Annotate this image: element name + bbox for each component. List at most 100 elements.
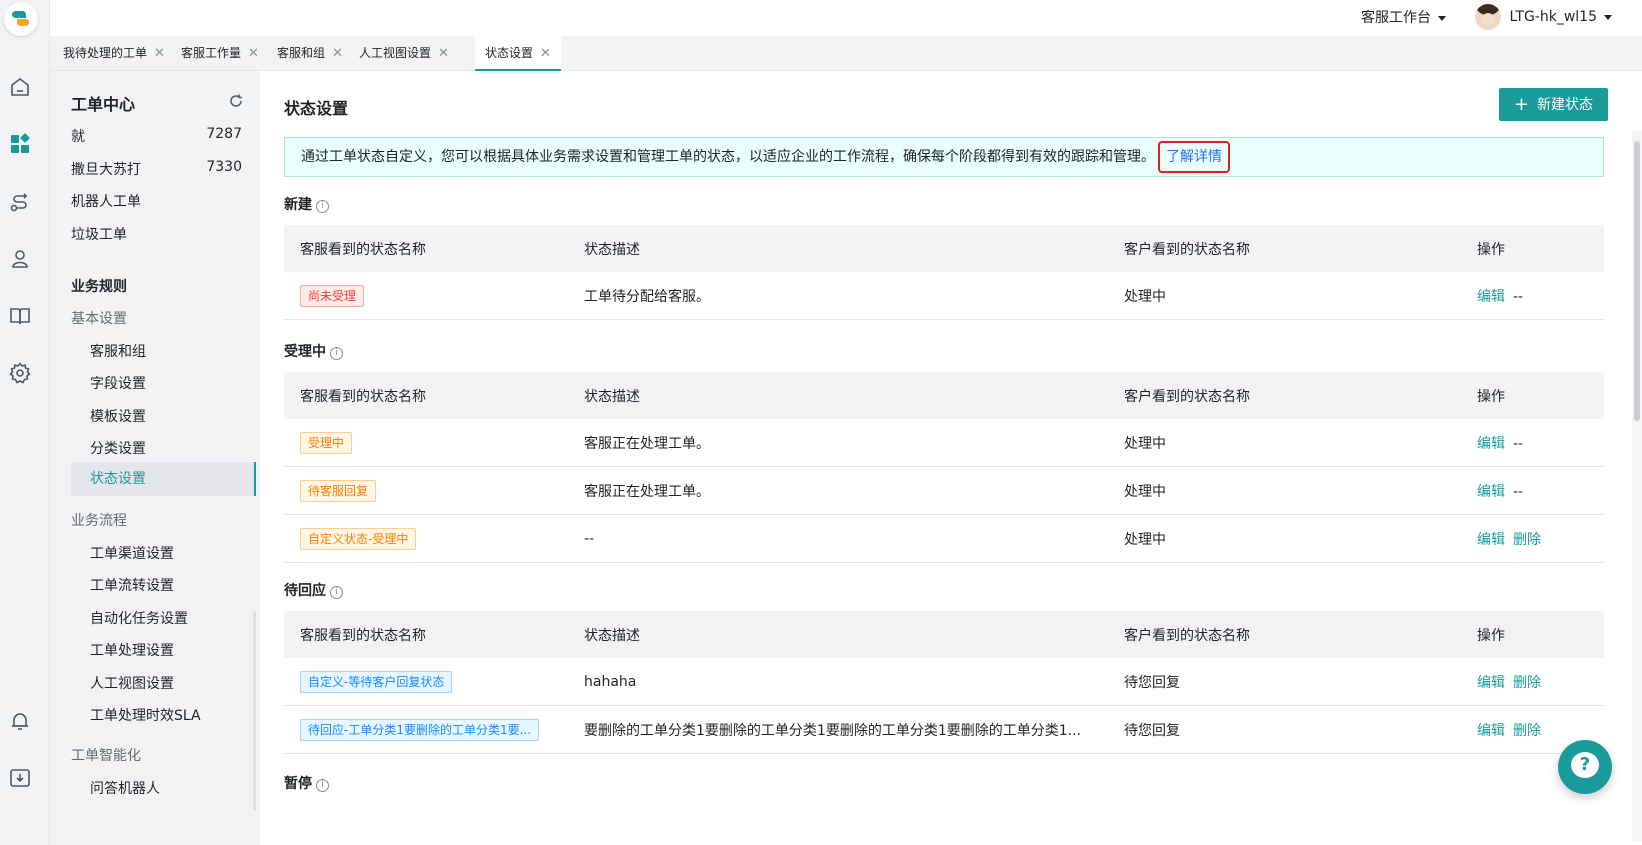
sidebar-group-basic: 基本设置 xyxy=(71,311,127,327)
tab-label: 状态设置 xyxy=(485,46,534,60)
info-icon[interactable]: i xyxy=(316,779,329,792)
col-actions: 操作 xyxy=(1477,241,1505,258)
edit-button[interactable]: 编辑 xyxy=(1477,723,1505,739)
table-row: 自定义-等待客户回复状态 hahaha 待您回复 编辑 删除 xyxy=(284,658,1604,706)
col-description: 状态描述 xyxy=(584,627,640,644)
agent-icon[interactable] xyxy=(8,247,32,271)
sidebar-item-agents-groups[interactable]: 客服和组 xyxy=(90,341,146,361)
sidebar-item-automation[interactable]: 自动化任务设置 xyxy=(90,608,188,628)
section-title-processing: 受理中 i xyxy=(284,341,343,361)
close-icon[interactable]: ✕ xyxy=(154,46,165,61)
sidebar: 工单中心 就 7287 撒旦大苏打 7330 机器人工单 垃圾工单 业务规则 基… xyxy=(50,71,260,845)
new-status-button[interactable]: + 新建状态 xyxy=(1498,88,1608,121)
gear-icon[interactable] xyxy=(8,361,32,385)
delete-button[interactable]: 删除 xyxy=(1513,723,1541,739)
tab-status-settings[interactable]: 状态设置 ✕ xyxy=(475,36,561,71)
sidebar-scrollbar[interactable] xyxy=(253,611,256,811)
table-header: 客服看到的状态名称 状态描述 客户看到的状态名称 操作 xyxy=(284,225,1604,272)
info-icon[interactable]: i xyxy=(316,200,329,213)
learn-more-link[interactable]: 了解详情 xyxy=(1158,141,1230,173)
table-header: 客服看到的状态名称 状态描述 客户看到的状态名称 操作 xyxy=(284,611,1604,658)
edit-button[interactable]: 编辑 xyxy=(1477,675,1505,691)
edit-button[interactable]: 编辑 xyxy=(1477,289,1505,305)
table-row: 尚未受理 工单待分配给客服。 处理中 编辑 -- xyxy=(284,272,1604,320)
user-menu[interactable]: LTG-hk_wl15 xyxy=(1474,4,1612,30)
table-header: 客服看到的状态名称 状态描述 客户看到的状态名称 操作 xyxy=(284,372,1604,419)
section-title-new: 新建 i xyxy=(284,194,329,214)
sidebar-item-status[interactable]: 状态设置 xyxy=(71,462,256,496)
status-tag: 自定义-等待客户回复状态 xyxy=(300,670,453,693)
col-customer-status-name: 客户看到的状态名称 xyxy=(1124,388,1250,405)
sidebar-item-count: 7287 xyxy=(206,126,242,142)
table-row: 待回应-工单分类1要删除的工单分类1要... 要删除的工单分类1要删除的工单分类… xyxy=(284,706,1604,754)
delete-button[interactable]: 删除 xyxy=(1513,532,1541,548)
new-status-label: 新建状态 xyxy=(1537,97,1593,113)
info-icon[interactable]: i xyxy=(330,586,343,599)
workspace-label: 客服工作台 xyxy=(1361,10,1431,26)
refresh-icon[interactable] xyxy=(228,93,244,109)
bell-icon[interactable] xyxy=(8,709,32,733)
sidebar-item-qa-bot[interactable]: 问答机器人 xyxy=(90,778,160,798)
user-name: LTG-hk_wl15 xyxy=(1509,9,1597,25)
sidebar-item-categories[interactable]: 分类设置 xyxy=(90,438,146,458)
icon-rail xyxy=(0,0,50,845)
main-content: 状态设置 + 新建状态 通过工单状态自定义，您可以根据具体业务需求设置和管理工单的… xyxy=(260,71,1642,845)
close-icon[interactable]: ✕ xyxy=(248,46,259,61)
edit-button[interactable]: 编辑 xyxy=(1477,436,1505,452)
edit-button[interactable]: 编辑 xyxy=(1477,532,1505,548)
customer-status-name: 处理中 xyxy=(1124,531,1166,548)
workspace-switcher[interactable]: 客服工作台 xyxy=(1361,7,1446,27)
sidebar-item-templates[interactable]: 模板设置 xyxy=(90,406,146,426)
tab-workload[interactable]: 客服工作量 ✕ xyxy=(171,36,269,71)
status-tag: 尚未受理 xyxy=(300,284,365,307)
sidebar-item-processing[interactable]: 工单处理设置 xyxy=(90,640,174,660)
tab-label: 我待处理的工单 xyxy=(63,46,148,60)
close-icon[interactable]: ✕ xyxy=(438,46,449,61)
sidebar-group-intelligence: 工单智能化 xyxy=(71,748,141,764)
book-icon[interactable] xyxy=(8,304,32,328)
dashboard-icon[interactable] xyxy=(8,132,32,156)
no-action: -- xyxy=(1513,483,1524,500)
col-actions: 操作 xyxy=(1477,627,1505,644)
tab-my-pending[interactable]: 我待处理的工单 ✕ xyxy=(53,36,175,71)
col-agent-status-name: 客服看到的状态名称 xyxy=(300,627,426,644)
info-icon[interactable]: i xyxy=(330,347,343,360)
download-icon[interactable] xyxy=(8,766,32,790)
section-label: 暂停 xyxy=(284,776,312,792)
status-description: 客服正在处理工单。 xyxy=(584,435,710,452)
delete-button[interactable]: 删除 xyxy=(1513,675,1541,691)
sidebar-item-channels[interactable]: 工单渠道设置 xyxy=(90,543,174,563)
sidebar-item-views[interactable]: 人工视图设置 xyxy=(90,673,174,693)
tab-bar: 我待处理的工单 ✕ 客服工作量 ✕ 客服和组 ✕ 人工视图设置 ✕ 状态设置 ✕ xyxy=(50,36,1642,71)
flow-icon[interactable] xyxy=(8,190,32,214)
plus-icon: + xyxy=(1513,94,1529,115)
close-icon[interactable]: ✕ xyxy=(540,46,551,61)
no-action: -- xyxy=(1513,435,1524,452)
sidebar-item-label: 撒旦大苏打 xyxy=(71,162,141,178)
status-tag: 自定义状态-受理中 xyxy=(300,527,417,550)
edit-button[interactable]: 编辑 xyxy=(1477,484,1505,500)
status-table-new: 客服看到的状态名称 状态描述 客户看到的状态名称 操作 尚未受理 工单待分配给客… xyxy=(284,225,1604,320)
sidebar-item-routing[interactable]: 工单流转设置 xyxy=(90,575,174,595)
sidebar-item-bot-tickets[interactable]: 机器人工单 xyxy=(71,191,141,211)
col-agent-status-name: 客服看到的状态名称 xyxy=(300,241,426,258)
top-bar: 客服工作台 LTG-hk_wl15 xyxy=(50,0,1642,36)
tab-agents-groups[interactable]: 客服和组 ✕ xyxy=(267,36,353,71)
close-icon[interactable]: ✕ xyxy=(332,46,343,61)
page-title: 状态设置 xyxy=(284,99,349,118)
app-logo[interactable] xyxy=(4,2,38,36)
sidebar-item-spam[interactable]: 垃圾工单 xyxy=(71,224,127,244)
customer-status-name: 处理中 xyxy=(1124,483,1166,500)
sidebar-item-view-1[interactable]: 就 xyxy=(71,126,85,146)
scrollbar-thumb[interactable] xyxy=(1634,141,1640,421)
col-description: 状态描述 xyxy=(584,241,640,258)
tab-view-settings[interactable]: 人工视图设置 ✕ xyxy=(349,36,459,71)
help-button[interactable]: ? xyxy=(1558,740,1612,794)
sidebar-item-view-2[interactable]: 撒旦大苏打 xyxy=(71,159,141,179)
home-icon[interactable] xyxy=(8,75,32,99)
sidebar-item-sla[interactable]: 工单处理时效SLA xyxy=(90,705,201,725)
status-table-awaiting: 客服看到的状态名称 状态描述 客户看到的状态名称 操作 自定义-等待客户回复状态… xyxy=(284,611,1604,754)
sidebar-title: 工单中心 xyxy=(71,95,136,114)
sidebar-item-fields[interactable]: 字段设置 xyxy=(90,373,146,393)
main-scrollbar[interactable] xyxy=(1632,131,1642,841)
